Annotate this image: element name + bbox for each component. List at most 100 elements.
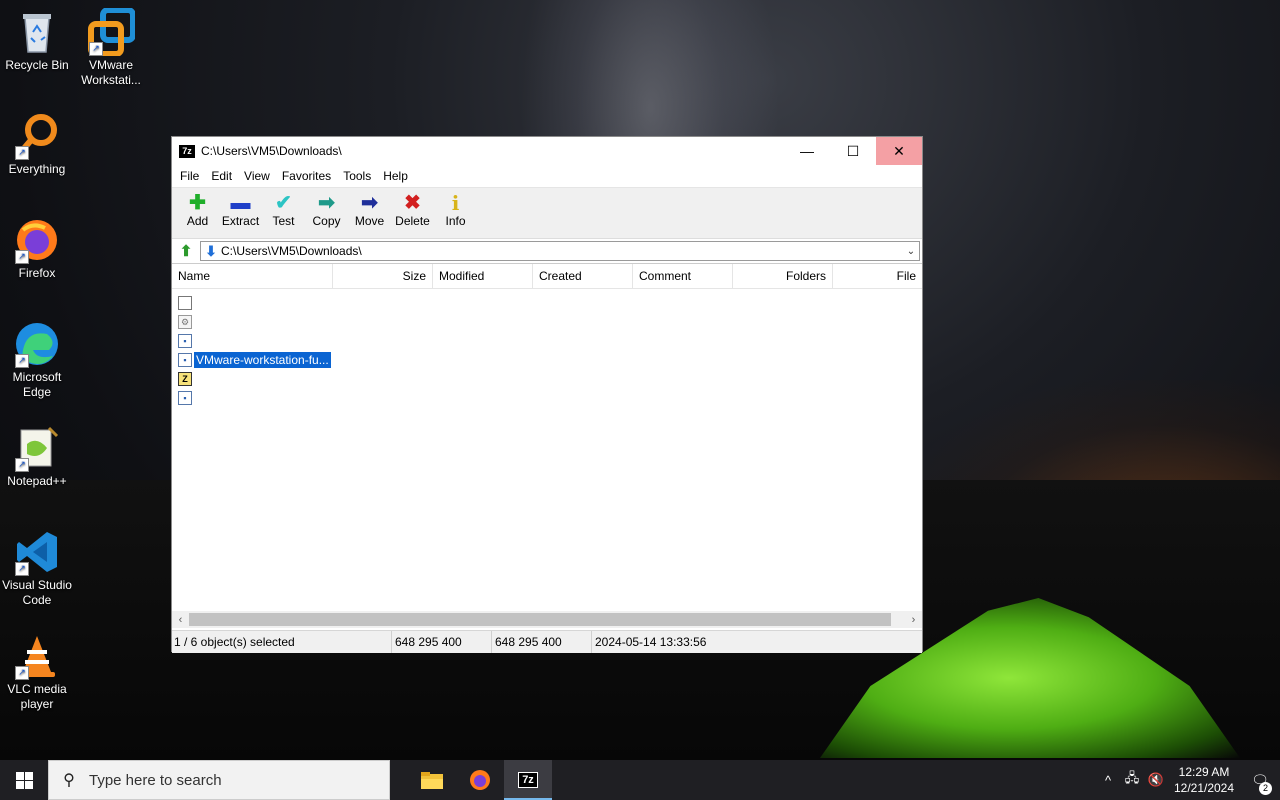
edge-icon: ↗ xyxy=(13,320,61,368)
notification-center-button[interactable]: 🗨 2 xyxy=(1240,772,1280,795)
delete-icon: ✖ xyxy=(404,192,421,214)
taskbar-firefox[interactable] xyxy=(456,760,504,800)
menu-tools[interactable]: Tools xyxy=(337,169,377,183)
shortcut-arrow-icon: ↗ xyxy=(89,42,103,56)
menu-file[interactable]: File xyxy=(174,169,205,183)
menu-view[interactable]: View xyxy=(238,169,276,183)
clock[interactable]: 12:29 AM 12/21/2024 xyxy=(1168,764,1240,796)
minimize-button[interactable]: — xyxy=(784,137,830,165)
extract-icon: ▬ xyxy=(230,192,251,214)
desktop-icon-notepadpp[interactable]: ↗ Notepad++ xyxy=(0,424,74,489)
downloads-folder-icon: ⬇ xyxy=(205,242,217,259)
chevron-up-icon[interactable]: ^ xyxy=(1096,773,1120,788)
system-tray: ^ 🖧 🔇 12:29 AM 12/21/2024 🗨 2 xyxy=(1096,760,1280,800)
extract-label: Extract xyxy=(221,214,260,228)
7zip-file-manager-window: 7z C:\Users\VM5\Downloads\ — ☐ ✕ File Ed… xyxy=(171,136,923,653)
executable-file-icon: ▪ xyxy=(178,390,192,405)
status-packed-size: 648 295 400 xyxy=(492,631,592,653)
clock-time: 12:29 AM xyxy=(1178,765,1230,779)
network-icon[interactable]: 🖧 xyxy=(1120,769,1144,791)
add-button[interactable]: ✚ Add xyxy=(176,188,219,228)
status-selection: 1 / 6 object(s) selected xyxy=(172,631,392,653)
desktop-icon-everything[interactable]: ↗ Everything xyxy=(0,112,74,177)
column-modified[interactable]: Modified xyxy=(433,264,533,288)
info-button[interactable]: i Info xyxy=(434,188,477,228)
archive-file-icon: Z xyxy=(178,371,192,386)
firefox-icon: ↗ xyxy=(13,216,61,264)
vlc-icon: ↗ xyxy=(13,632,61,680)
address-path[interactable]: C:\Users\VM5\Downloads\ xyxy=(221,244,903,258)
menu-help[interactable]: Help xyxy=(377,169,414,183)
scrollbar-thumb[interactable] xyxy=(189,613,891,626)
file-row[interactable]: Z xyxy=(178,369,194,388)
toolbar: ✚ Add ▬ Extract ✔ Test ➡ Copy ➡ Move ✖ D… xyxy=(172,188,922,239)
file-name: VMware-workstation-fu... xyxy=(194,351,331,368)
7zip-icon: 7z xyxy=(518,772,538,788)
volume-muted-icon[interactable]: 🔇 xyxy=(1144,772,1168,788)
horizontal-scrollbar[interactable]: ‹ › xyxy=(172,611,922,628)
maximize-button[interactable]: ☐ xyxy=(830,137,876,165)
menu-favorites[interactable]: Favorites xyxy=(276,169,337,183)
menu-edit[interactable]: Edit xyxy=(205,169,238,183)
status-date: 2024-05-14 13:33:56 xyxy=(595,635,707,649)
desktop-icon-firefox[interactable]: ↗ Firefox xyxy=(0,216,74,281)
desktop-icon-vscode[interactable]: ↗ Visual Studio Code xyxy=(0,528,74,608)
desktop-icon-recycle-bin[interactable]: Recycle Bin xyxy=(0,8,74,73)
address-combobox[interactable]: ⬇ C:\Users\VM5\Downloads\ ⌄ xyxy=(200,241,920,261)
clock-date: 12/21/2024 xyxy=(1173,781,1235,795)
taskbar-search-box[interactable]: ⚲ Type here to search xyxy=(48,760,390,800)
title-bar[interactable]: 7z C:\Users\VM5\Downloads\ — ☐ ✕ xyxy=(172,137,922,165)
vmware-icon: ↗ xyxy=(87,7,136,57)
move-icon: ➡ xyxy=(361,192,378,214)
desktop-icon-label: Firefox xyxy=(18,266,56,280)
column-files[interactable]: File xyxy=(833,264,922,288)
file-row[interactable]: ▪ xyxy=(178,331,194,350)
desktop-icon-edge[interactable]: ↗ Microsoft Edge xyxy=(0,320,74,400)
executable-file-icon: ▪ xyxy=(178,352,192,367)
desktop-icon-vmware[interactable]: ↗ VMware Workstati... xyxy=(74,7,148,88)
info-icon: i xyxy=(451,191,460,215)
start-button[interactable] xyxy=(0,760,48,800)
shortcut-arrow-icon: ↗ xyxy=(15,250,29,264)
7zip-app-icon: 7z xyxy=(179,144,195,158)
close-button[interactable]: ✕ xyxy=(876,137,922,165)
file-row[interactable] xyxy=(178,293,194,312)
file-row[interactable]: ▪ xyxy=(178,388,194,407)
document-file-icon xyxy=(178,295,192,310)
search-placeholder: Type here to search xyxy=(89,771,222,789)
column-folders[interactable]: Folders xyxy=(733,264,833,288)
file-row-selected[interactable]: ▪ VMware-workstation-fu... xyxy=(178,350,331,369)
everything-icon: ↗ xyxy=(13,112,61,160)
column-size[interactable]: Size xyxy=(333,264,433,288)
folder-up-icon[interactable]: ⬆ xyxy=(172,242,200,260)
file-row[interactable]: ⚙ xyxy=(178,312,194,331)
shortcut-arrow-icon: ↗ xyxy=(15,146,29,160)
taskbar-file-explorer[interactable] xyxy=(408,760,456,800)
info-label: Info xyxy=(445,214,466,228)
scroll-left-icon[interactable]: ‹ xyxy=(172,614,189,626)
scroll-right-icon[interactable]: › xyxy=(905,614,922,626)
desktop-icon-label: Notepad++ xyxy=(7,474,67,488)
column-name[interactable]: Name xyxy=(172,264,333,288)
executable-file-icon: ▪ xyxy=(178,333,192,348)
copy-button[interactable]: ➡ Copy xyxy=(305,188,348,228)
window-title: C:\Users\VM5\Downloads\ xyxy=(201,144,342,158)
test-button[interactable]: ✔ Test xyxy=(262,188,305,228)
taskbar-7zip[interactable]: 7z xyxy=(504,760,552,800)
desktop-icon-label: VMware Workstati... xyxy=(81,58,141,87)
desktop-icon-label: VLC media player xyxy=(7,682,67,711)
menu-bar: File Edit View Favorites Tools Help xyxy=(172,165,922,188)
delete-button[interactable]: ✖ Delete xyxy=(391,188,434,228)
recycle-bin-icon xyxy=(13,8,61,56)
copy-label: Copy xyxy=(312,214,341,228)
shortcut-arrow-icon: ↗ xyxy=(15,562,29,576)
column-comment[interactable]: Comment xyxy=(633,264,733,288)
column-created[interactable]: Created xyxy=(533,264,633,288)
desktop-icon-label: Visual Studio Code xyxy=(2,578,72,607)
file-list[interactable]: ⚙ ▪ ▪ VMware-workstation-fu... Z ▪ xyxy=(172,289,922,613)
delete-label: Delete xyxy=(395,214,430,228)
extract-button[interactable]: ▬ Extract xyxy=(219,188,262,228)
chevron-down-icon[interactable]: ⌄ xyxy=(903,246,919,257)
move-button[interactable]: ➡ Move xyxy=(348,188,391,228)
desktop-icon-vlc[interactable]: ↗ VLC media player xyxy=(0,632,74,712)
